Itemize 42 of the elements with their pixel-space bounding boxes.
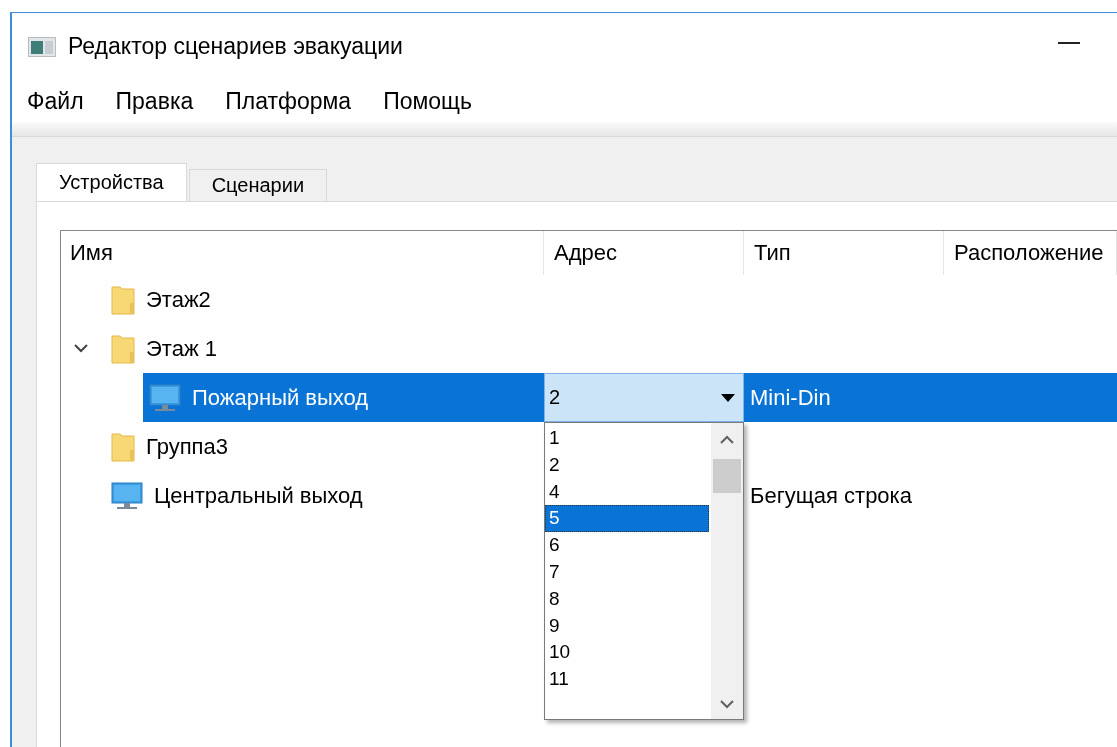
scrollbar[interactable] xyxy=(711,423,743,719)
list-option[interactable]: 11 xyxy=(545,666,709,693)
list-option[interactable]: 8 xyxy=(545,585,709,613)
column-header[interactable]: Тип xyxy=(744,231,944,275)
folder-icon xyxy=(111,431,135,462)
monitor-icon xyxy=(111,481,143,510)
dropdown-arrow-icon[interactable] xyxy=(721,393,735,402)
type-cell-text: Бегущая строка xyxy=(749,481,913,510)
tree-item[interactable]: Группа3 xyxy=(105,422,544,471)
menu-item[interactable]: Платформа xyxy=(225,87,368,115)
window-title: Редактор сценариев эвакуации xyxy=(68,33,403,60)
type-cell: Mini-Din xyxy=(744,373,944,422)
list-option[interactable]: 2 xyxy=(545,451,709,479)
list-option[interactable]: 10 xyxy=(545,639,709,667)
tab[interactable]: Сценарии xyxy=(188,169,328,201)
folder-icon xyxy=(111,284,135,315)
list-option[interactable]: 6 xyxy=(545,532,709,559)
column-header[interactable]: Имя xyxy=(61,231,544,275)
list-option[interactable]: 4 xyxy=(545,478,709,506)
menu-item[interactable]: Помощь xyxy=(383,87,488,115)
menu-item[interactable]: Файл xyxy=(27,87,100,115)
tree-item[interactable]: Пожарный выход xyxy=(143,373,544,422)
list-option[interactable]: 1 xyxy=(545,425,709,452)
scrollbar-thumb[interactable] xyxy=(713,459,741,493)
list-option[interactable]: 9 xyxy=(545,612,709,640)
dropdown-list[interactable]: 1 2 4 5 6 7 8 9 10 11 xyxy=(544,422,744,720)
chevron-down-icon[interactable] xyxy=(74,344,88,353)
menu-item[interactable]: Правка xyxy=(115,87,210,115)
address-combo[interactable]: 2 xyxy=(544,373,744,422)
column-header[interactable]: Расположение xyxy=(944,231,1117,275)
folder-icon xyxy=(111,333,135,364)
tree-item[interactable]: Этаж2 xyxy=(105,275,544,324)
tab[interactable]: Устройства xyxy=(36,163,187,201)
scroll-down-icon[interactable] xyxy=(720,700,734,709)
column-header[interactable]: Адрес xyxy=(544,231,744,275)
app-icon xyxy=(28,36,56,57)
tree-item[interactable]: Центральный выход xyxy=(105,471,544,520)
monitor-icon xyxy=(149,383,181,412)
tree-item[interactable]: Этаж 1 xyxy=(105,324,544,373)
list-option[interactable]: 7 xyxy=(545,559,709,586)
list-option[interactable]: 5 xyxy=(545,505,709,533)
scroll-up-icon[interactable] xyxy=(720,435,734,444)
